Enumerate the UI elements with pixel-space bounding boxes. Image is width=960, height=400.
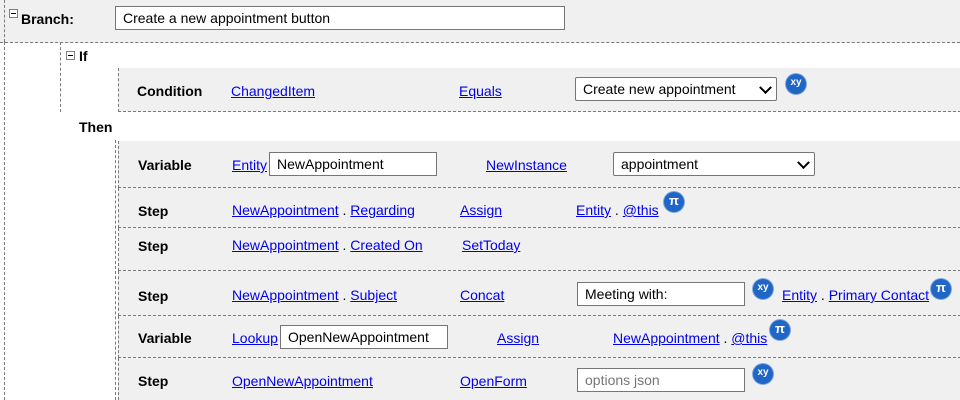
step-target-entity-link[interactable]: NewAppointment <box>232 237 339 253</box>
if-label: If <box>79 48 88 64</box>
row-type-label: Step <box>138 288 169 304</box>
row-type-label: Step <box>138 238 169 254</box>
step-target-link[interactable]: OpenNewAppointment <box>232 373 373 389</box>
row-type-label: Variable <box>138 157 192 173</box>
chevron-down-icon <box>759 81 772 95</box>
branch-collapse-toggle[interactable] <box>9 9 18 18</box>
step-action-link[interactable]: OpenForm <box>460 373 527 389</box>
step-source: Entity . @this <box>576 202 659 218</box>
variable-type-link[interactable]: Lookup <box>232 330 278 346</box>
separator-dot: . <box>719 330 732 346</box>
condition-label: Condition <box>137 83 203 99</box>
entity-type-text: appointment <box>621 156 699 172</box>
options-json-input[interactable] <box>577 368 745 392</box>
step-target-field-link[interactable]: Subject <box>350 287 397 303</box>
tree-guide-line <box>4 42 5 400</box>
variable-action-link[interactable]: Assign <box>497 330 539 346</box>
if-collapse-toggle[interactable] <box>66 51 75 60</box>
step-action-link[interactable]: Concat <box>460 287 504 303</box>
xy-variable-icon[interactable]: xy <box>753 364 773 384</box>
step-target-field-link[interactable]: Regarding <box>350 202 415 218</box>
xy-variable-icon[interactable]: xy <box>786 74 806 94</box>
branch-left-border <box>4 0 5 42</box>
then-label: Then <box>79 119 113 135</box>
step-source-entity-link[interactable]: Entity <box>782 287 817 303</box>
separator-dot: . <box>338 237 351 253</box>
step-action-link[interactable]: SetToday <box>462 237 520 253</box>
pi-function-icon[interactable]: π <box>664 192 684 212</box>
step-source-field-link[interactable]: Primary Contact <box>829 287 929 303</box>
step-source-entity-link[interactable]: Entity <box>576 202 611 218</box>
condition-value-text: Create new appointment <box>583 81 736 97</box>
tree-guide-line <box>115 140 116 400</box>
separator-dot: . <box>338 287 351 303</box>
row-type-label: Step <box>138 203 169 219</box>
step-action-link[interactable]: Assign <box>460 202 502 218</box>
separator-dot: . <box>611 202 623 218</box>
step-target: NewAppointment . Created On <box>232 237 423 253</box>
tree-guide-line <box>60 42 61 112</box>
variable-type-link[interactable]: Entity <box>232 157 267 173</box>
step-target: NewAppointment . Subject <box>232 287 397 303</box>
variable-source: NewAppointment . @this <box>613 330 767 346</box>
condition-value-select[interactable]: Create new appointment <box>575 77 777 101</box>
row-type-label: Variable <box>138 330 192 346</box>
branch-label: Branch: <box>21 11 74 27</box>
variable-name-input[interactable] <box>269 152 437 176</box>
pi-function-icon[interactable]: π <box>770 320 790 340</box>
step-source-field-link[interactable]: @this <box>623 202 659 218</box>
condition-operator-link[interactable]: Equals <box>459 83 502 99</box>
variable-source-entity-link[interactable]: NewAppointment <box>613 330 720 346</box>
separator-dot: . <box>338 202 351 218</box>
chevron-down-icon <box>797 156 810 170</box>
pi-function-icon[interactable]: π <box>931 279 951 299</box>
condition-field-link[interactable]: ChangedItem <box>231 83 315 99</box>
variable-name-input[interactable] <box>280 325 448 349</box>
variable-init-link[interactable]: NewInstance <box>486 157 567 173</box>
step-source: Entity . Primary Contact <box>782 287 929 303</box>
concat-text-input[interactable] <box>577 282 745 306</box>
separator-dot: . <box>817 287 829 303</box>
row-type-label: Step <box>138 373 169 389</box>
step-target-entity-link[interactable]: NewAppointment <box>232 202 339 218</box>
branch-name-input[interactable] <box>115 6 565 30</box>
step-target-entity-link[interactable]: NewAppointment <box>232 287 339 303</box>
entity-type-select[interactable]: appointment <box>613 152 815 176</box>
step-target: NewAppointment . Regarding <box>232 202 415 218</box>
step-target-field-link[interactable]: Created On <box>350 237 422 253</box>
xy-variable-icon[interactable]: xy <box>753 279 773 299</box>
variable-source-field-link[interactable]: @this <box>731 330 767 346</box>
